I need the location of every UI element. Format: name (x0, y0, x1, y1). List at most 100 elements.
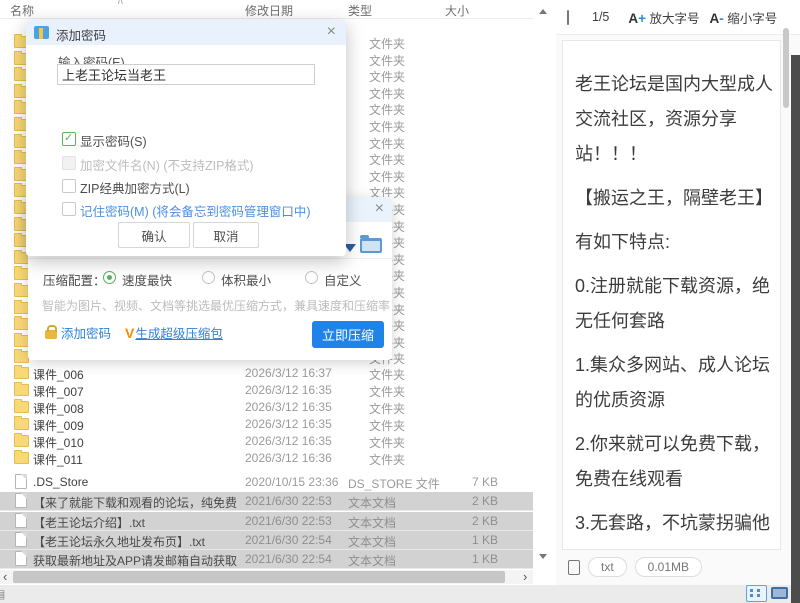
file-date: 2021/6/30 22:54 (245, 552, 332, 566)
viewer-scrollbar-thumb[interactable] (783, 28, 789, 108)
file-type: 文本文档 (348, 514, 396, 531)
picture-view-icon[interactable] (771, 587, 788, 599)
file-name: 课件_011 (33, 451, 83, 468)
document-icon[interactable] (567, 10, 569, 25)
checkbox-label: ZIP经典加密方式(L) (80, 182, 190, 196)
checkbox-icon (62, 132, 76, 146)
scroll-right-icon[interactable]: › (523, 569, 527, 584)
password-input[interactable] (57, 64, 315, 85)
checkbox-icon (62, 156, 76, 170)
checkbox-remember-password[interactable]: 记住密码(M) (将会备忘到密码管理窗口中) (62, 201, 311, 219)
scroll-up-icon[interactable] (539, 5, 547, 14)
scroll-down-icon[interactable] (539, 554, 547, 563)
file-icon (15, 513, 27, 528)
table-row[interactable]: 【老王论坛永久地址发布页】.txt 2021/6/30 22:54 文本文档 1 KB (0, 531, 533, 550)
scroll-left-icon[interactable]: ‹ (3, 569, 7, 584)
radio-custom[interactable]: 自定义 (305, 270, 362, 289)
folder-icon (14, 351, 29, 363)
viewer-paragraph: 2.你来就可以免费下载，免费在线观看 (575, 427, 773, 497)
table-row[interactable]: 课件_0112026/3/12 16:36文件夹 (0, 449, 533, 466)
checkbox-encrypt-filenames[interactable]: 加密文件名(N) (不支持ZIP格式) (62, 155, 254, 173)
compress-now-button[interactable]: 立即压缩 (312, 321, 384, 348)
file-type: 文件夹 (369, 451, 405, 468)
folder-icon (14, 401, 29, 413)
scrollbar-thumb[interactable] (13, 571, 505, 583)
zoom-in-button[interactable]: A+ 放大字号 (628, 8, 699, 27)
table-row[interactable]: 【老王论坛介绍】.txt2021/6/30 22:53文本文档2 KB (0, 512, 533, 531)
table-row[interactable]: 课件_0092026/3/12 16:35文件夹 (0, 415, 533, 432)
file-name: 【老王论坛永久地址发布页】.txt (33, 533, 205, 550)
checkbox-show-password[interactable]: 显示密码(S) (62, 131, 147, 149)
table-row[interactable]: 课件_0082026/3/12 16:35文件夹 (0, 398, 533, 415)
dialog-titlebar: 添加密码 × (26, 20, 346, 45)
zoom-out-button[interactable]: A- 缩小字号 (710, 8, 778, 27)
lock-icon (45, 330, 57, 339)
folder-icon (14, 418, 29, 430)
file-size-badge: 0.01MB (635, 557, 702, 577)
table-row[interactable]: 课件_0072026/3/12 16:35文件夹 (0, 381, 533, 398)
viewer-text: 老王论坛是国内大型成人交流社区，资源分享站！！！【搬运之王，隔壁老王】有如下特点… (575, 67, 773, 550)
radio-smallest[interactable]: 体积最小 (202, 270, 271, 289)
radio-label: 自定义 (324, 274, 362, 288)
cancel-button[interactable]: 取消 (193, 222, 259, 248)
file-type: 文本文档 (348, 533, 396, 550)
config-label: 压缩配置： (43, 270, 106, 289)
close-icon[interactable]: × (327, 23, 336, 41)
radio-circle-icon (202, 271, 215, 284)
file-type: 文本文档 (348, 494, 396, 511)
folder-icon (14, 335, 29, 347)
file-size: 1 KB (438, 533, 498, 547)
config-description: 智能为图片、视频、文档等挑选最优压缩方式，兼具速度和压缩率 (42, 297, 390, 314)
file-date: 2021/6/30 22:53 (245, 494, 332, 508)
compress-config-section: 压缩配置： 速度最快 体积最小 自定义 智能为图片、视频、文档等挑选最优压缩方式… (28, 258, 392, 361)
folder-icon (14, 435, 29, 447)
file-size: 7 KB (438, 475, 498, 489)
confirm-button[interactable]: 确认 (118, 222, 190, 248)
compress-links: 添加密码 V生成超级压缩包 (45, 323, 223, 342)
text-content-card: 老王论坛是国内大型成人交流社区，资源分享站！！！【搬运之王，隔壁老王】有如下特点… (562, 40, 781, 550)
radio-label: 速度最快 (122, 274, 172, 288)
viewer-paragraph: 3.无套路，不坑蒙拐骗他 (575, 506, 773, 541)
file-date: 2026/3/12 16:35 (245, 417, 332, 431)
file-icon (15, 474, 27, 489)
table-row[interactable]: 【来了就能下载和观看的论坛，纯免费！...2021/6/30 22:53文本文档… (0, 492, 533, 511)
v-logo-icon: V (125, 325, 134, 341)
file-date: 2021/6/30 22:53 (245, 514, 332, 528)
viewer-paragraph: 0.注册就能下载资源，绝无任何套路 (575, 269, 773, 339)
file-size: 2 KB (438, 514, 498, 528)
file-type: DS_STORE 文件 (348, 475, 440, 492)
file-date: 2021/6/30 22:54 (245, 533, 332, 547)
radio-fastest[interactable]: 速度最快 (103, 270, 172, 289)
list-vertical-scrollbar[interactable] (535, 0, 551, 568)
file-date: 2020/10/15 23:36 (245, 475, 338, 489)
add-password-dialog: 添加密码 × 输入密码(E) 显示密码(S) 加密文件名(N) (不支持ZIP格… (26, 20, 346, 256)
folder-icon (14, 285, 29, 297)
document-icon (568, 560, 580, 575)
viewer-paragraph: 有如下特点: (575, 225, 773, 260)
archive-password-icon (34, 26, 49, 39)
viewer-paragraph: 【搬运之王，隔壁老王】 (575, 181, 773, 216)
checkbox-zip-classic[interactable]: ZIP经典加密方式(L) (62, 178, 190, 196)
table-row[interactable]: 课件_0062026/3/12 16:37文件夹 (0, 364, 533, 381)
viewer-footer: txt 0.01MB (556, 552, 800, 582)
dialog-title: 添加密码 (56, 25, 106, 44)
super-compress-link[interactable]: 生成超级压缩包 (135, 327, 223, 341)
list-horizontal-scrollbar[interactable]: ‹ › (0, 570, 533, 584)
table-row[interactable]: 课件_0102026/3/12 16:35文件夹 (0, 432, 533, 449)
file-date: 2026/3/12 16:37 (245, 366, 332, 380)
checkbox-icon (62, 179, 76, 193)
file-type-badge: txt (588, 557, 627, 577)
table-row[interactable]: .DS_Store2020/10/15 23:36DS_STORE 文件7 KB (0, 473, 533, 490)
folder-icon (14, 268, 29, 280)
folder-icon (14, 302, 29, 314)
add-password-link[interactable]: 添加密码 (61, 327, 111, 341)
file-icon (15, 532, 27, 547)
blue-folder-icon[interactable] (360, 238, 382, 253)
table-row[interactable]: 获取最新地址及APP请发邮箱自动获取.txt2021/6/30 22:54文本文… (0, 550, 533, 569)
detail-view-icon[interactable] (746, 585, 767, 602)
file-date: 2026/3/12 16:35 (245, 383, 332, 397)
close-icon[interactable]: × (375, 200, 384, 218)
bottom-status-strip: ▤ (0, 585, 800, 603)
viewer-paragraph: 1.集众多网站、成人论坛的优质资源 (575, 348, 773, 418)
page-indicator: 1/5 (592, 10, 609, 24)
